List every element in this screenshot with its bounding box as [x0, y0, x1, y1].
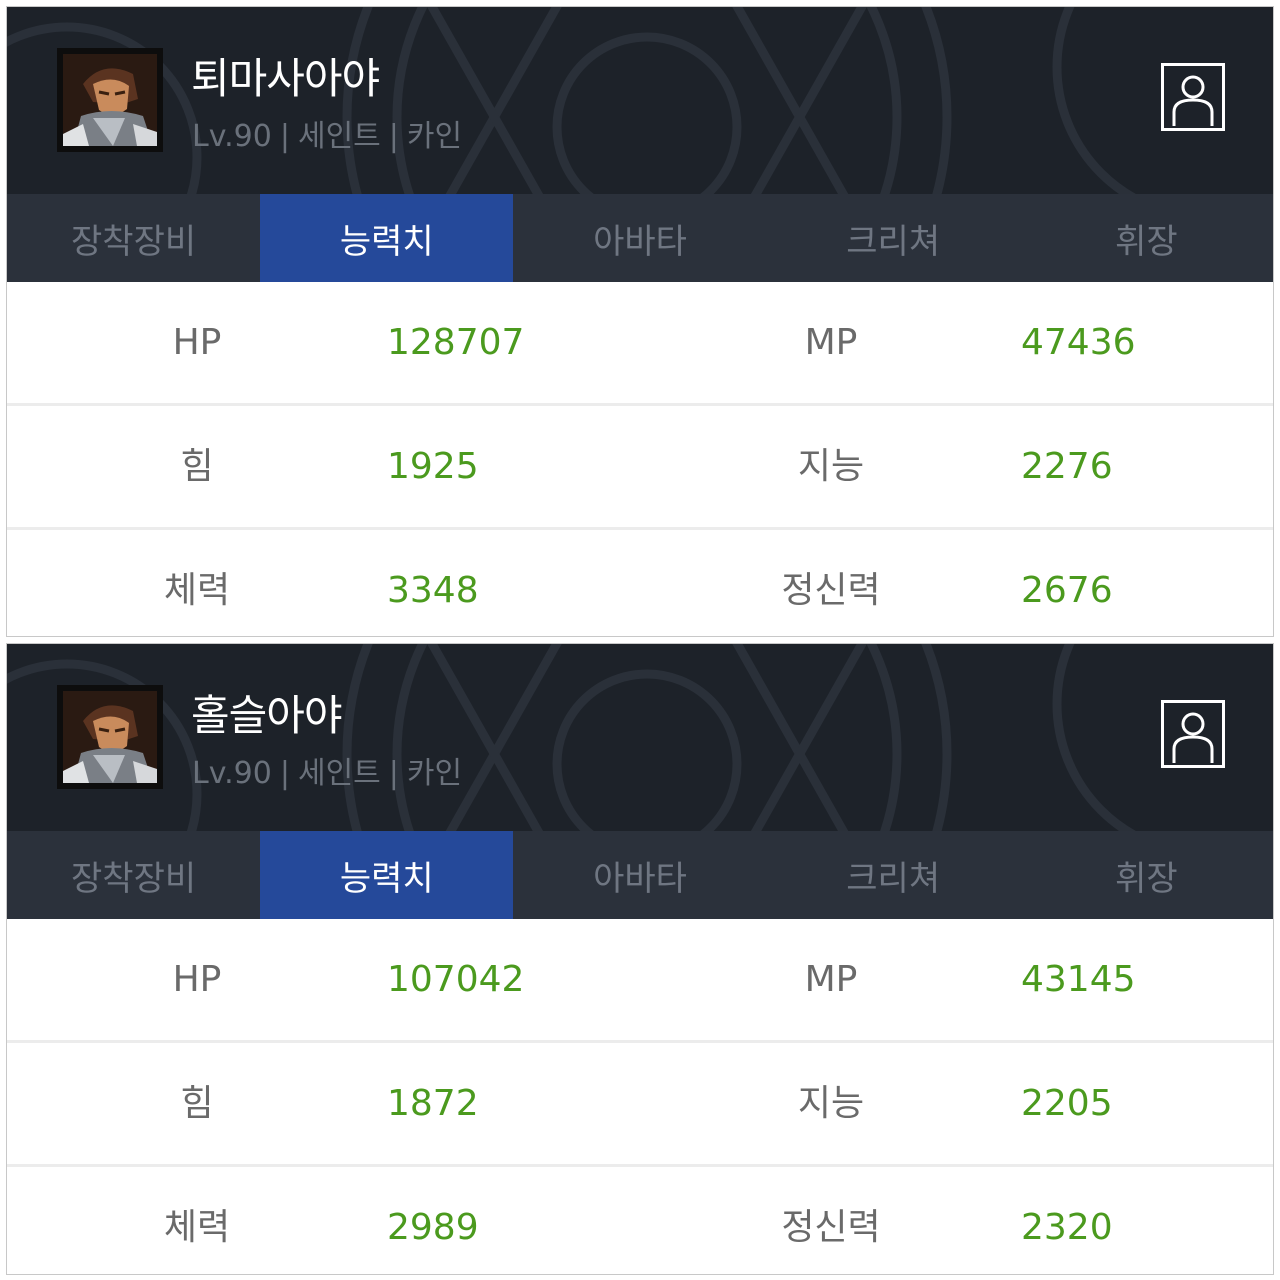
stats-table: HP 107042 MP 43145 힘 1872 지능 2205 체력 298… — [7, 919, 1273, 1274]
stat-value: 1925 — [387, 446, 479, 487]
stat-label: 정신력 — [781, 570, 881, 611]
stat-label: HP — [172, 959, 222, 1000]
stat-label: MP — [804, 322, 858, 363]
tab-emblem[interactable]: 휘장 — [1020, 831, 1273, 919]
stats-row: 힘 1872 지능 2205 — [7, 1043, 1273, 1167]
stat-label: 정신력 — [781, 1207, 881, 1248]
stat-value: 2320 — [1021, 1207, 1113, 1248]
character-meta: Lv.90 | 세인트 | 카인 — [192, 748, 462, 792]
stats-row: 체력 3348 정신력 2676 — [7, 530, 1273, 636]
character-portrait — [57, 685, 163, 789]
stats-row: HP 107042 MP 43145 — [7, 919, 1273, 1043]
stat-label: 힘 — [180, 1083, 214, 1124]
stat-value: 43145 — [1021, 959, 1136, 1000]
stat-label: 체력 — [163, 570, 231, 611]
stat-value: 128707 — [387, 322, 525, 363]
stat-label: 지능 — [797, 446, 865, 487]
character-portrait — [57, 48, 163, 152]
stat-value: 1872 — [387, 1083, 479, 1124]
character-job: 카인 — [406, 119, 463, 154]
separator: | — [388, 119, 399, 154]
stat-label: 체력 — [163, 1207, 231, 1248]
character-meta: Lv.90 | 세인트 | 카인 — [192, 111, 462, 155]
user-profile-icon — [1172, 75, 1214, 126]
user-profile-icon — [1172, 712, 1214, 763]
character-level: Lv.90 — [192, 119, 272, 154]
separator: | — [388, 756, 399, 791]
character-profile-header: 퇴마사아야 Lv.90 | 세인트 | 카인 — [7, 7, 1273, 194]
tab-bar: 장착장비 능력치 아바타 크리쳐 휘장 — [7, 831, 1273, 919]
stats-table: HP 128707 MP 47436 힘 1925 지능 2276 체력 334… — [7, 282, 1273, 636]
tab-stats[interactable]: 능력치 — [260, 831, 514, 919]
tab-equipment[interactable]: 장착장비 — [7, 831, 260, 919]
stat-label: HP — [172, 322, 222, 363]
separator: | — [279, 119, 290, 154]
profile-button[interactable] — [1161, 63, 1225, 131]
character-name: 퇴마사아야 — [191, 54, 380, 103]
stat-value: 2676 — [1021, 570, 1113, 611]
tab-emblem[interactable]: 휘장 — [1020, 194, 1273, 282]
character-job: 카인 — [406, 756, 463, 791]
stat-label: 힘 — [180, 446, 214, 487]
stat-value: 47436 — [1021, 322, 1136, 363]
tab-creature[interactable]: 크리쳐 — [767, 831, 1020, 919]
tab-avatar[interactable]: 아바타 — [513, 831, 766, 919]
character-card: 퇴마사아야 Lv.90 | 세인트 | 카인 장착장비 능력치 아바타 크리쳐 휘장 H… — [6, 6, 1274, 637]
character-server: 세인트 — [297, 756, 381, 791]
stat-value: 3348 — [387, 570, 479, 611]
character-level: Lv.90 — [192, 756, 272, 791]
stat-value: 2205 — [1021, 1083, 1113, 1124]
tab-bar: 장착장비 능력치 아바타 크리쳐 휘장 — [7, 194, 1273, 282]
separator: | — [279, 756, 290, 791]
tab-creature[interactable]: 크리쳐 — [767, 194, 1020, 282]
stat-value: 2989 — [387, 1207, 479, 1248]
character-server: 세인트 — [297, 119, 381, 154]
stats-row: 힘 1925 지능 2276 — [7, 406, 1273, 530]
stats-row: 체력 2989 정신력 2320 — [7, 1167, 1273, 1274]
character-card: 홀슬아야 Lv.90 | 세인트 | 카인 장착장비 능력치 아바타 크리쳐 휘장 HP… — [6, 643, 1274, 1275]
character-profile-header: 홀슬아야 Lv.90 | 세인트 | 카인 — [7, 644, 1273, 831]
character-name: 홀슬아야 — [191, 691, 343, 740]
stats-row: HP 128707 MP 47436 — [7, 282, 1273, 406]
stat-value: 107042 — [387, 959, 525, 1000]
tab-stats[interactable]: 능력치 — [260, 194, 514, 282]
stat-value: 2276 — [1021, 446, 1113, 487]
stat-label: MP — [804, 959, 858, 1000]
stat-label: 지능 — [797, 1083, 865, 1124]
tab-avatar[interactable]: 아바타 — [513, 194, 766, 282]
tab-equipment[interactable]: 장착장비 — [7, 194, 260, 282]
profile-button[interactable] — [1161, 700, 1225, 768]
